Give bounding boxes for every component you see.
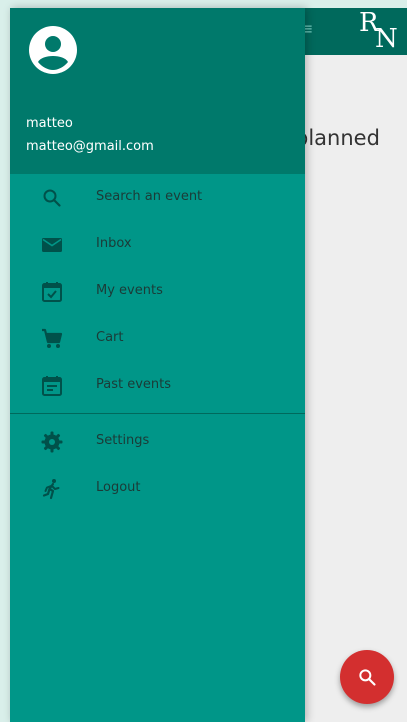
- navigation-drawer: matteo matteo@gmail.com Search an event …: [10, 8, 305, 722]
- menu-item-cart[interactable]: Cart: [10, 315, 305, 362]
- search-icon: [359, 669, 376, 686]
- app-logo: R N: [357, 10, 399, 54]
- gear-icon: [41, 431, 63, 453]
- menu-item-label: Past events: [96, 377, 172, 392]
- menu-item-search-event[interactable]: Search an event: [10, 174, 305, 221]
- cart-icon: [42, 328, 63, 348]
- menu-item-logout[interactable]: Logout: [10, 465, 305, 512]
- menu-item-label: Inbox: [96, 236, 132, 251]
- search-fab[interactable]: [340, 650, 394, 704]
- logo-letter-n: N: [375, 24, 398, 54]
- menu-item-label: Search an event: [96, 189, 203, 204]
- event-check-icon: [42, 282, 62, 302]
- menu-item-label: Settings: [96, 433, 150, 448]
- running-person-icon: [42, 479, 60, 500]
- menu-item-my-events[interactable]: My events: [10, 268, 305, 315]
- drawer-header: matteo matteo@gmail.com: [10, 8, 305, 174]
- menu-item-past-events[interactable]: Past events: [10, 362, 305, 409]
- user-email: matteo@gmail.com: [26, 139, 154, 154]
- event-note-icon: [42, 376, 62, 396]
- user-name: matteo: [26, 116, 73, 131]
- app-subtitle: planned: [295, 126, 380, 150]
- mail-icon: [42, 238, 62, 252]
- search-icon: [43, 189, 61, 207]
- menu-item-label: Cart: [96, 330, 124, 345]
- menu-item-settings[interactable]: Settings: [10, 418, 305, 465]
- menu-item-label: My events: [96, 283, 163, 298]
- menu-item-inbox[interactable]: Inbox: [10, 221, 305, 268]
- drawer-menu: Search an event Inbox My events Cart Pas…: [10, 174, 305, 512]
- menu-item-label: Logout: [96, 480, 141, 495]
- menu-divider: [10, 413, 305, 414]
- account-avatar-icon[interactable]: [28, 25, 78, 75]
